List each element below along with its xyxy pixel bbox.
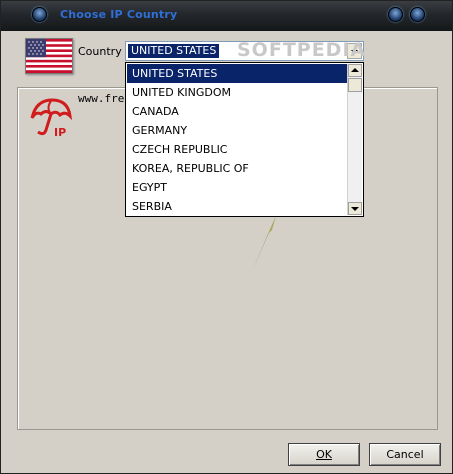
country-options: UNITED STATES UNITED KINGDOM CANADA GERM… [127,64,347,216]
cancel-button[interactable]: Cancel [369,443,441,466]
logo-text: IP [54,126,66,139]
country-option[interactable]: CANADA [127,102,347,121]
ok-button-label: OK [316,448,332,461]
us-flag-icon [25,38,73,74]
minimize-orb-icon[interactable] [388,7,403,22]
chevron-up-icon [351,68,359,72]
watermark: SOFTPEDIA [237,39,367,61]
scroll-up-button[interactable] [348,64,362,77]
scroll-down-button[interactable] [348,202,362,215]
country-option[interactable]: GERMANY [127,121,347,140]
window-title: Choose IP Country [60,8,178,21]
country-dropdown-list[interactable]: UNITED STATES UNITED KINGDOM CANADA GERM… [125,62,364,217]
ok-button[interactable]: OK [288,443,360,466]
site-text: www.free [78,92,131,105]
country-label: Country [78,45,122,58]
country-option[interactable]: UNITED STATES [127,64,347,83]
country-option[interactable]: KOREA, REPUBLIC OF [127,159,347,178]
window-menu-orb-icon[interactable] [32,7,47,22]
country-option[interactable]: EGYPT [127,178,347,197]
dropdown-scrollbar[interactable] [347,64,362,215]
compass-needle-graphic [252,216,276,272]
close-orb-icon[interactable] [410,7,425,22]
country-option[interactable]: SERBIA [127,197,347,216]
scroll-thumb[interactable] [348,78,362,92]
title-bar[interactable]: Choose IP Country [1,1,452,31]
dialog-window: Choose IP Country Country UNITED STATES [0,0,453,474]
country-option[interactable]: UNITED KINGDOM [127,83,347,102]
country-option[interactable]: CZECH REPUBLIC [127,140,347,159]
country-select-value: UNITED STATES [128,44,220,58]
umbrella-ip-logo-icon: IP [30,98,73,139]
chevron-down-icon [351,207,359,211]
cancel-button-label: Cancel [386,448,424,461]
